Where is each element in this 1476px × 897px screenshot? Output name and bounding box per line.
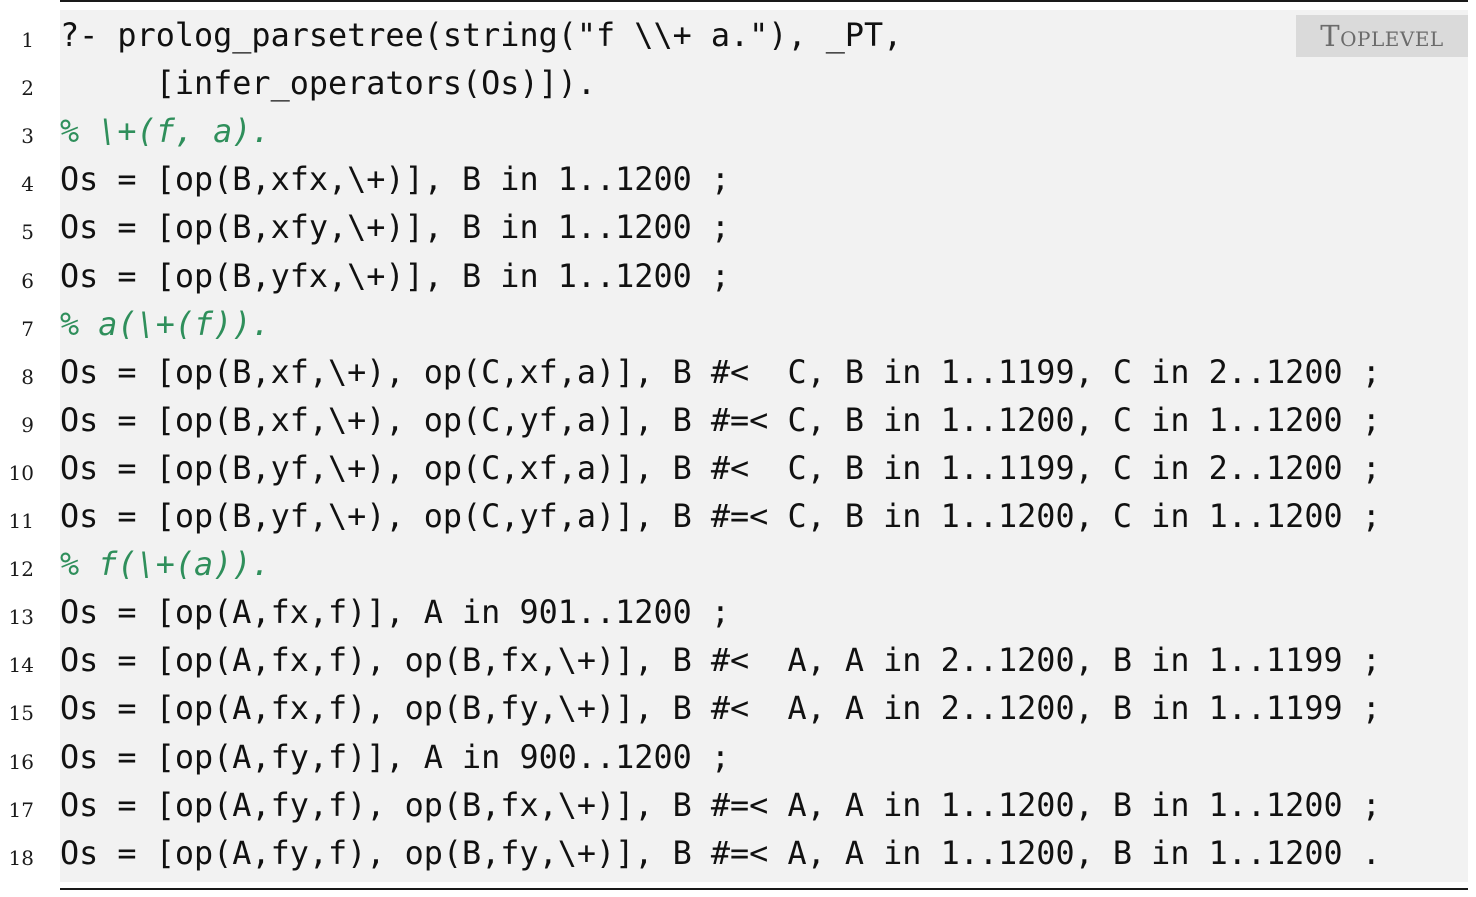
code-line: 14 Os = [op(A,fx,f), op(B,fx,\+)], B #< A…	[0, 637, 1476, 685]
code-comment: % \+(f, a).	[60, 113, 271, 151]
code-text: Os = [op(A,fx,f), op(B,fx,\+)], B #< A, …	[60, 642, 1381, 680]
line-number: 16	[8, 749, 34, 774]
code-line: 7 % a(\+(f)).	[0, 301, 1476, 349]
code-comment: % f(\+(a)).	[60, 546, 271, 584]
code-text: Os = [op(A,fy,f)], A in 900..1200 ;	[60, 738, 731, 776]
code-line: 10 Os = [op(B,yf,\+), op(C,xf,a)], B #< C…	[0, 445, 1476, 493]
line-number: 11	[8, 509, 34, 533]
code-line: 18 Os = [op(A,fy,f), op(B,fy,\+)], B #=< …	[0, 830, 1476, 878]
code-line: 16 Os = [op(A,fy,f)], A in 900..1200 ;	[0, 734, 1476, 782]
line-number: 3	[21, 124, 34, 149]
bottom-rule	[60, 888, 1468, 890]
line-number: 10	[8, 460, 34, 485]
code-line: 11 Os = [op(B,yf,\+), op(C,yf,a)], B #=< …	[0, 493, 1476, 541]
line-number: 4	[21, 172, 34, 197]
line-number: 14	[8, 653, 34, 678]
code-line: 8 Os = [op(B,xf,\+), op(C,xf,a)], B #< C,…	[0, 349, 1476, 397]
line-number: 5	[21, 220, 34, 245]
line-number: 9	[21, 412, 34, 437]
code-text: Os = [op(A,fy,f), op(B,fy,\+)], B #=< A,…	[60, 834, 1381, 872]
code-listing: Toplevel 1 ?- prolog_parsetree(string("f …	[0, 0, 1476, 897]
code-text: Os = [op(A,fy,f), op(B,fx,\+)], B #=< A,…	[60, 786, 1381, 824]
line-number: 1	[21, 28, 34, 52]
code-line: 4 Os = [op(B,xfx,\+)], B in 1..1200 ;	[0, 156, 1476, 204]
code-text: ?- prolog_parsetree(string("f \\+ a."), …	[60, 17, 903, 54]
code-text: Os = [op(B,xfy,\+)], B in 1..1200 ;	[60, 209, 731, 247]
code-text: Os = [op(A,fx,f)], A in 901..1200 ;	[60, 594, 731, 632]
code-line: 17 Os = [op(A,fy,f), op(B,fx,\+)], B #=< …	[0, 782, 1476, 830]
code-text: Os = [op(B,yf,\+), op(C,yf,a)], B #=< C,…	[60, 498, 1381, 535]
code-line: 12 % f(\+(a)).	[0, 541, 1476, 589]
code-text: Os = [op(B,xfx,\+)], B in 1..1200 ;	[60, 161, 731, 199]
code-text: Os = [op(B,xf,\+), op(C,yf,a)], B #=< C,…	[60, 401, 1381, 439]
top-rule	[60, 0, 1468, 2]
line-number: 2	[21, 76, 34, 101]
line-number: 18	[8, 845, 34, 870]
code-line: 13 Os = [op(A,fx,f)], A in 901..1200 ;	[0, 589, 1476, 637]
code-text: Os = [op(A,fx,f), op(B,fy,\+)], B #< A, …	[60, 690, 1381, 728]
code-line: 9 Os = [op(B,xf,\+), op(C,yf,a)], B #=< C…	[0, 397, 1476, 445]
code-line: 5 Os = [op(B,xfy,\+)], B in 1..1200 ;	[0, 204, 1476, 252]
code-text: Os = [op(B,xf,\+), op(C,xf,a)], B #< C, …	[60, 353, 1381, 391]
code-line: 3 % \+(f, a).	[0, 108, 1476, 156]
line-number: 13	[8, 605, 34, 630]
line-number: 7	[21, 316, 34, 341]
line-number: 8	[21, 364, 34, 389]
line-number: 15	[8, 701, 34, 726]
code-line: 1 ?- prolog_parsetree(string("f \\+ a."),…	[0, 12, 1476, 60]
line-number: 17	[8, 797, 34, 822]
line-number: 12	[8, 557, 34, 582]
code-line: 15 Os = [op(A,fx,f), op(B,fy,\+)], B #< A…	[0, 685, 1476, 733]
code-text: Os = [op(B,yfx,\+)], B in 1..1200 ;	[60, 257, 731, 295]
code-line: 6 Os = [op(B,yfx,\+)], B in 1..1200 ;	[0, 253, 1476, 301]
code-text: Os = [op(B,yf,\+), op(C,xf,a)], B #< C, …	[60, 449, 1381, 487]
line-number: 6	[21, 268, 34, 293]
code-line: 2 [infer_operators(Os)]).	[0, 60, 1476, 108]
code-comment: % a(\+(f)).	[60, 305, 271, 343]
code-text: [infer_operators(Os)]).	[60, 65, 597, 103]
